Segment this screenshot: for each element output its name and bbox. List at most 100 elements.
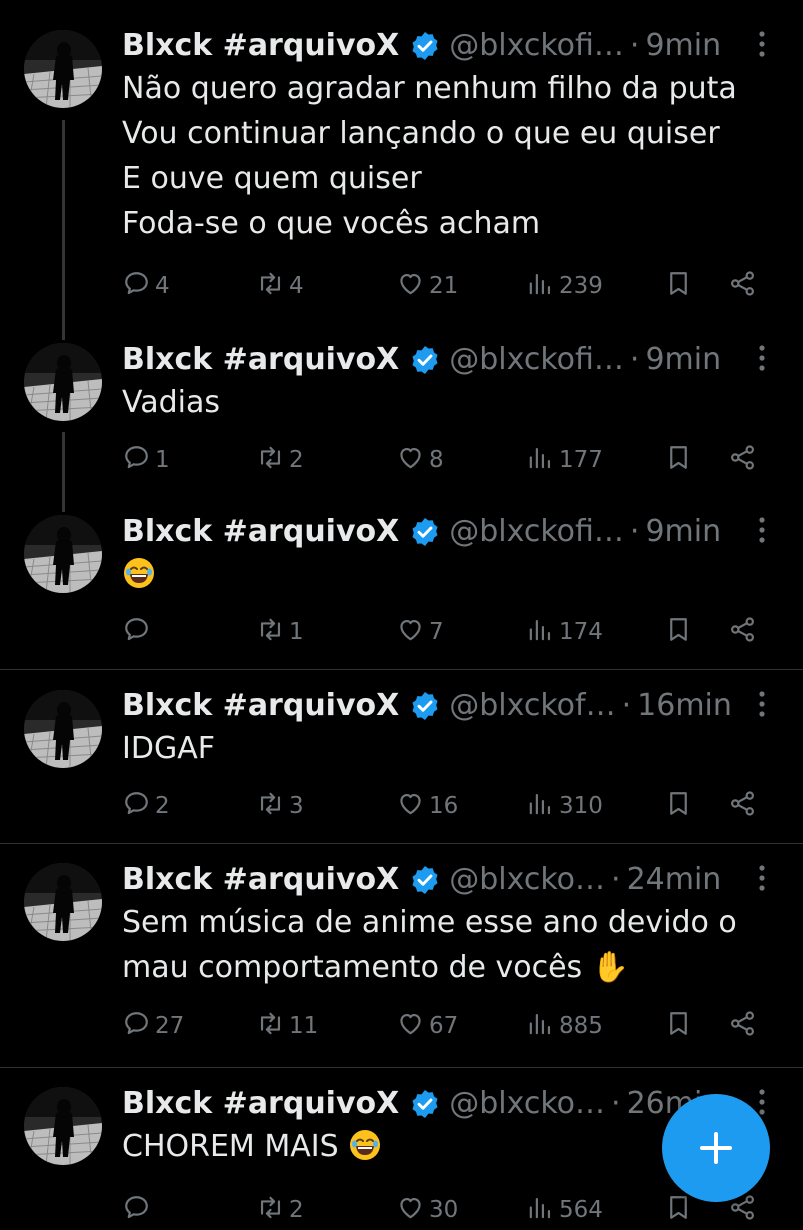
heart-icon: [396, 1193, 429, 1228]
tweet-timestamp[interactable]: 16min: [637, 686, 732, 726]
views-button[interactable]: 885: [526, 1006, 603, 1046]
more-options-button[interactable]: [747, 512, 777, 552]
author-name[interactable]: Blxck #arquivoX: [122, 26, 399, 66]
view-count: 310: [559, 793, 603, 819]
tweet-timestamp[interactable]: 9min: [645, 26, 721, 66]
author-handle[interactable]: @blxckofi…: [449, 512, 624, 552]
views-button[interactable]: 174: [526, 612, 603, 652]
share-button[interactable]: [728, 786, 761, 826]
tweet-text: [122, 552, 773, 597]
bookmark-button[interactable]: [664, 266, 697, 306]
avatar[interactable]: [24, 863, 102, 941]
retweet-button[interactable]: 4: [256, 266, 304, 306]
tweet-actions: 27 11 67 885: [122, 1006, 772, 1046]
views-button[interactable]: 177: [526, 440, 603, 480]
like-count: 21: [429, 273, 459, 299]
like-button[interactable]: 8: [396, 440, 444, 480]
author-name[interactable]: Blxck #arquivoX: [122, 860, 399, 900]
more-options-button[interactable]: [747, 860, 777, 900]
share-button[interactable]: [728, 266, 761, 306]
view-count: 174: [559, 619, 603, 645]
reply-button[interactable]: 1: [122, 440, 170, 480]
separator: [0, 669, 803, 670]
tweet-timestamp[interactable]: 24min: [627, 860, 722, 900]
like-count: 7: [429, 619, 444, 645]
author-handle[interactable]: @blxcko…: [449, 1084, 605, 1124]
author-handle[interactable]: @blxckof…: [449, 686, 615, 726]
author-handle[interactable]: @blxckofi…: [449, 340, 624, 380]
author-name[interactable]: Blxck #arquivoX: [122, 340, 399, 380]
tweet-timestamp[interactable]: 9min: [645, 512, 721, 552]
view-count: 564: [559, 1197, 603, 1223]
separator-dot: ·: [629, 514, 640, 549]
avatar[interactable]: [24, 690, 102, 768]
retweet-icon: [256, 1009, 289, 1044]
reply-count: 1: [155, 447, 170, 473]
share-button[interactable]: [728, 440, 761, 480]
bookmark-icon: [664, 269, 697, 304]
author-handle[interactable]: @blxckofi…: [449, 26, 624, 66]
views-button[interactable]: 310: [526, 786, 603, 826]
more-options-button[interactable]: [747, 340, 777, 380]
retweet-button[interactable]: 2: [256, 1190, 304, 1230]
view-count: 885: [559, 1013, 603, 1039]
reply-icon: [122, 615, 155, 650]
reply-button[interactable]: 2: [122, 786, 170, 826]
reply-button[interactable]: 27: [122, 1006, 184, 1046]
bookmark-icon: [664, 1009, 697, 1044]
like-button[interactable]: 30: [396, 1190, 458, 1230]
more-dots-icon: [757, 689, 767, 723]
like-button[interactable]: 16: [396, 786, 458, 826]
author-name[interactable]: Blxck #arquivoX: [122, 512, 399, 552]
tweet-header: Blxck #arquivoX @blxckofi… · 9min: [122, 26, 763, 66]
analytics-icon: [526, 1009, 559, 1044]
avatar[interactable]: [24, 30, 102, 108]
bookmark-button[interactable]: [664, 440, 697, 480]
analytics-icon: [526, 789, 559, 824]
like-button[interactable]: 7: [396, 612, 444, 652]
share-icon: [728, 789, 761, 824]
tweet-text: Não quero agradar nenhum filho da puta V…: [122, 71, 737, 241]
bookmark-button[interactable]: [664, 786, 697, 826]
avatar[interactable]: [24, 1087, 102, 1165]
retweet-button[interactable]: 1: [256, 612, 304, 652]
author-name[interactable]: Blxck #arquivoX: [122, 686, 399, 726]
more-options-button[interactable]: [747, 686, 777, 726]
retweet-button[interactable]: 3: [256, 786, 304, 826]
reply-button[interactable]: 4: [122, 266, 170, 306]
views-button[interactable]: 239: [526, 266, 603, 306]
share-button[interactable]: [728, 612, 761, 652]
share-icon: [728, 269, 761, 304]
views-button[interactable]: 564: [526, 1190, 603, 1230]
compose-button[interactable]: [662, 1094, 770, 1202]
reply-count: 4: [155, 273, 170, 299]
reply-icon: [122, 443, 155, 478]
share-icon: [728, 443, 761, 478]
retweet-icon: [256, 789, 289, 824]
tweet-text: Vadias: [122, 385, 220, 420]
bookmark-button[interactable]: [664, 612, 697, 652]
bookmark-button[interactable]: [664, 1006, 697, 1046]
reply-button[interactable]: [122, 1190, 155, 1230]
more-dots-icon: [757, 863, 767, 897]
verified-badge-icon: [412, 518, 438, 546]
retweet-button[interactable]: 11: [256, 1006, 318, 1046]
reply-button[interactable]: [122, 612, 155, 652]
thread-line: [62, 120, 65, 340]
like-button[interactable]: 67: [396, 1006, 458, 1046]
separator: [0, 1067, 803, 1068]
author-name[interactable]: Blxck #arquivoX: [122, 1084, 399, 1124]
retweet-button[interactable]: 2: [256, 440, 304, 480]
like-count: 8: [429, 447, 444, 473]
more-options-button[interactable]: [747, 26, 777, 66]
reply-icon: [122, 269, 155, 304]
tweet-header: Blxck #arquivoX @blxckof… · 16min: [122, 686, 763, 726]
avatar[interactable]: [24, 515, 102, 593]
avatar[interactable]: [24, 343, 102, 421]
share-button[interactable]: [728, 1006, 761, 1046]
tweet-header: Blxck #arquivoX @blxcko… · 24min: [122, 860, 763, 900]
tweet-timestamp[interactable]: 9min: [645, 340, 721, 380]
like-button[interactable]: 21: [396, 266, 458, 306]
author-handle[interactable]: @blxcko…: [449, 860, 605, 900]
retweet-icon: [256, 443, 289, 478]
